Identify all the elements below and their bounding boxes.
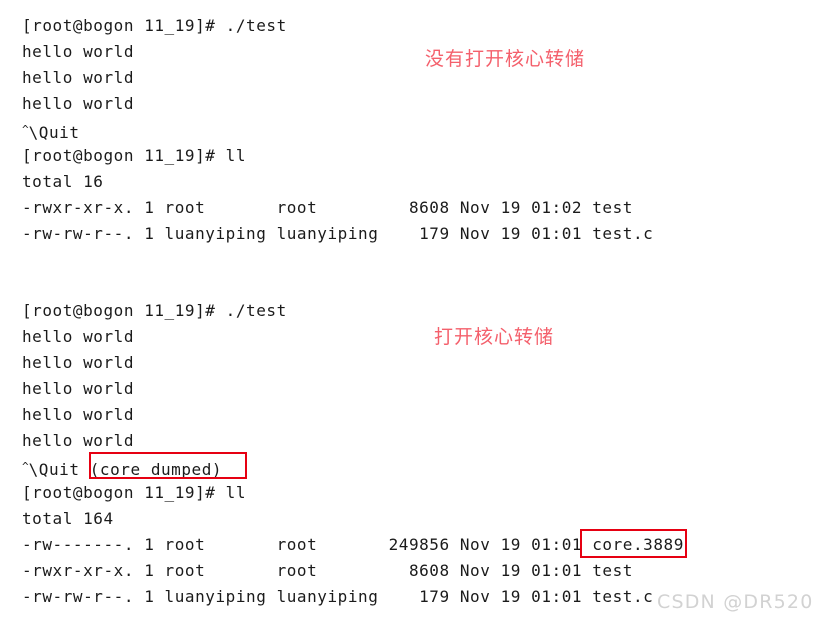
terminal-line-signal-quit-core: ^\Quit (core dumped) <box>22 454 222 483</box>
terminal-line-signal-quit: ^\Quit <box>22 117 80 146</box>
terminal-line-total: total 164 <box>22 509 114 528</box>
terminal-line-file-entry: -rwxr-xr-x. 1 root root 8608 Nov 19 01:0… <box>22 561 633 580</box>
terminal-line-prompt-list: [root@bogon 11_19]# ll <box>22 146 247 165</box>
terminal-line-signal-quit-core-text: \Quit (core dumped) <box>28 460 223 479</box>
terminal-line-output: hello world <box>22 431 135 450</box>
terminal-line-prompt-list: [root@bogon 11_19]# ll <box>22 483 247 502</box>
terminal-line-output: hello world <box>22 327 135 346</box>
watermark-csdn: CSDN @DR5200 <box>657 591 814 613</box>
terminal-line-output: hello world <box>22 68 135 87</box>
terminal-line-prompt-run: [root@bogon 11_19]# ./test <box>22 301 287 320</box>
annotation-core-dump-enabled: 打开核心转储 <box>434 326 555 348</box>
terminal-line-file-entry: -rwxr-xr-x. 1 root root 8608 Nov 19 01:0… <box>22 198 633 217</box>
terminal-line-file-entry-core: -rw-------. 1 root root 249856 Nov 19 01… <box>22 535 684 554</box>
caret-control-char: ^ <box>22 460 29 473</box>
terminal-line-file-entry: -rw-rw-r--. 1 luanyiping luanyiping 179 … <box>22 224 654 243</box>
annotation-no-core-dump: 没有打开核心转储 <box>425 48 586 70</box>
terminal-screenshot: [root@bogon 11_19]# ./test hello world h… <box>0 0 814 621</box>
terminal-line-total: total 16 <box>22 172 104 191</box>
terminal-line-prompt-run: [root@bogon 11_19]# ./test <box>22 16 287 35</box>
terminal-line-output: hello world <box>22 379 135 398</box>
terminal-line-output: hello world <box>22 94 135 113</box>
terminal-line-output: hello world <box>22 353 135 372</box>
terminal-line-file-entry: -rw-rw-r--. 1 luanyiping luanyiping 179 … <box>22 587 654 606</box>
caret-control-char: ^ <box>22 123 29 136</box>
terminal-line-output: hello world <box>22 405 135 424</box>
terminal-line-signal-quit-text: \Quit <box>28 123 80 142</box>
terminal-line-output: hello world <box>22 42 135 61</box>
